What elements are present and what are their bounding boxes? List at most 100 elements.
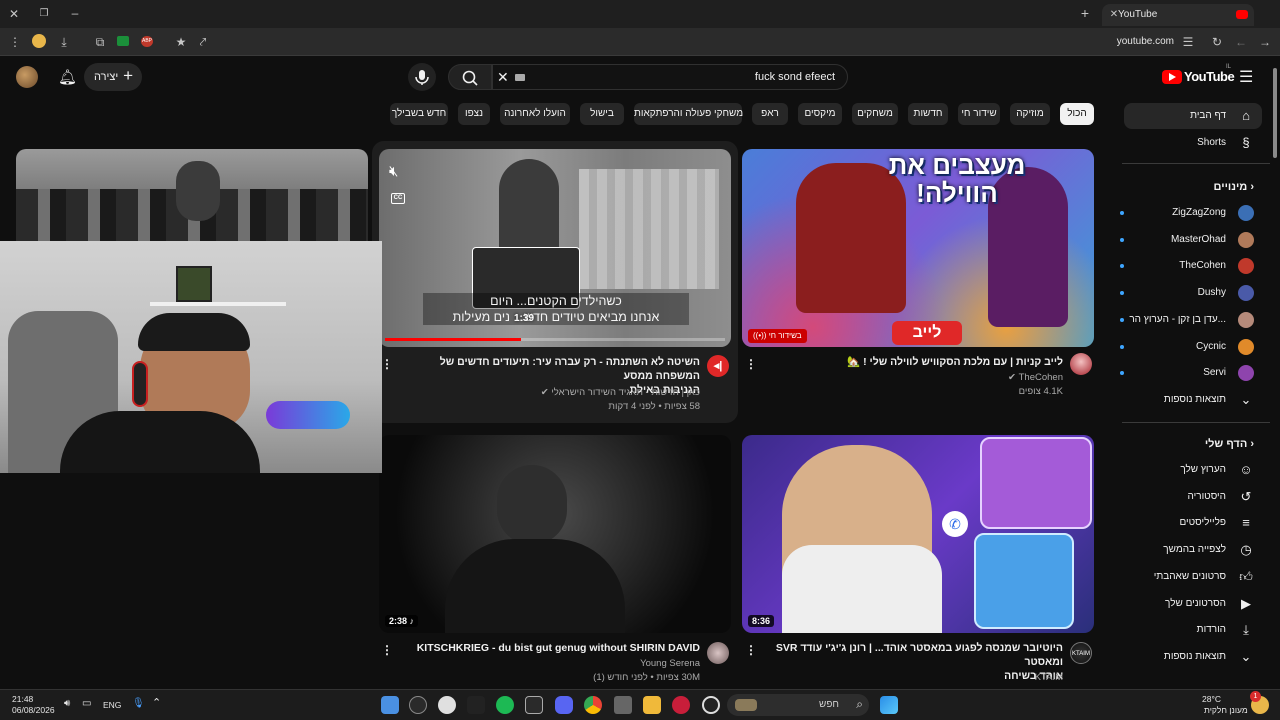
mute-icon[interactable]: 🔇︎ (389, 163, 398, 180)
taskbar-app-files-icon[interactable] (381, 696, 399, 714)
channel-name[interactable]: Young Serena (420, 657, 700, 670)
sidebar-item-you[interactable]: פלייליסטים ≡ (1124, 510, 1262, 536)
filter-chip[interactable]: שידור חי (958, 103, 1000, 125)
filter-chip[interactable]: משחקי פעולה והרפתקאות (634, 103, 743, 125)
taskbar-app-chrome-icon[interactable] (584, 696, 602, 714)
site-settings-icon[interactable]: ☰ (1180, 35, 1196, 49)
clock-time[interactable]: 21:48 (12, 694, 33, 704)
channel-name[interactable]: KTAIM (800, 671, 1063, 684)
youtube-logo[interactable]: YouTube IL (1162, 64, 1235, 87)
filter-chip[interactable]: מוזיקה (1010, 103, 1050, 125)
back-icon[interactable]: → (1257, 35, 1273, 49)
filter-chip[interactable]: מיקסים (798, 103, 842, 125)
windows-start-icon[interactable] (880, 696, 898, 714)
volume-icon[interactable]: 🔊︎ (64, 698, 70, 709)
weather-temp[interactable]: 28°C (1202, 694, 1221, 704)
sidebar-item-subscription[interactable]: Dushy (1120, 280, 1262, 306)
url-field[interactable]: youtube.com (1117, 36, 1174, 47)
taskbar-app-obs-icon[interactable] (409, 696, 427, 714)
clock-date[interactable]: 06/08/2026 (12, 705, 55, 715)
you-heading[interactable]: הדף שלי › (1205, 438, 1254, 450)
scrollbar-thumb[interactable] (1273, 68, 1277, 158)
sidebar-item-you[interactable]: הורדות ⤓ (1124, 617, 1262, 643)
clear-search-icon[interactable]: ✕ (497, 69, 509, 86)
keyboard-icon[interactable] (515, 74, 525, 81)
download-icon[interactable]: ⤓ (56, 35, 72, 49)
adblock-icon[interactable]: ABP (141, 36, 153, 47)
sidebar-item-subscription[interactable]: עדן בן זקן - הערוץ הר... (1120, 307, 1262, 333)
search-input[interactable]: ✕ fuck sond efeect (492, 64, 848, 90)
profile-avatar-icon[interactable] (32, 34, 46, 48)
sidebar-item-home[interactable]: דף הבית ⌂ (1124, 103, 1262, 129)
more-actions-icon[interactable]: ⋮ (381, 643, 393, 657)
hamburger-menu-icon[interactable]: ☰ (1239, 67, 1253, 87)
video-thumbnail[interactable]: 2:38 ♪ (379, 435, 731, 633)
extensions-icon[interactable]: ⧉ (92, 35, 108, 49)
video-title[interactable]: KITSCHKRIEG - du bist gut genug without … (395, 641, 700, 655)
browser-tab-youtube[interactable]: ✕ YouTube (1102, 4, 1254, 26)
subscriptions-heading[interactable]: מינויים › (1214, 181, 1254, 193)
preview-progress-track[interactable] (385, 338, 725, 341)
channel-avatar[interactable] (1070, 353, 1092, 375)
channel-name[interactable]: TheCohen ✔ (800, 371, 1063, 384)
taskbar-app-capcut-icon[interactable] (467, 696, 485, 714)
new-tab-icon[interactable]: + (1077, 6, 1093, 20)
minimize-window-icon[interactable]: – (67, 6, 83, 20)
filter-chip[interactable]: חדשות (908, 103, 948, 125)
sidebar-item-you[interactable]: הערוץ שלך ☺ (1124, 457, 1262, 483)
account-avatar[interactable] (16, 66, 38, 88)
reload-icon[interactable]: ↻ (1209, 35, 1225, 49)
sidebar-item-subscription[interactable]: TheCohen (1120, 253, 1262, 279)
network-icon[interactable]: ▭ (82, 698, 91, 709)
page-scrollbar[interactable] (1272, 60, 1278, 686)
extension-green-icon[interactable] (117, 36, 129, 46)
taskbar-app-steam-icon[interactable] (702, 696, 720, 714)
video-preview-player[interactable]: 🔇︎ CC כשהילדים הקטנים... היום אנחנו מביא… (379, 149, 731, 347)
subscriptions-show-more[interactable]: תוצאות נוספות ⌄ (1124, 387, 1262, 413)
voice-search-button[interactable] (408, 63, 436, 91)
channel-avatar[interactable]: ◂| (707, 355, 729, 377)
video-thumbnail[interactable]: מעצבים את הווילה! לייב בשידור חי ((•)) (742, 149, 1094, 347)
filter-chip[interactable]: משחקים (852, 103, 898, 125)
more-actions-icon[interactable]: ⋮ (745, 357, 757, 371)
taskbar-app-device-icon[interactable] (614, 696, 632, 714)
channel-avatar[interactable]: KTAIM (1070, 642, 1092, 664)
bookmark-star-icon[interactable]: ★ (173, 35, 189, 49)
sidebar-item-shorts[interactable]: Shorts § (1124, 130, 1262, 156)
taskbar-app-folder-icon[interactable] (643, 696, 661, 714)
taskbar-app-opera-icon[interactable] (672, 696, 690, 714)
filter-chip[interactable]: בישול (580, 103, 624, 125)
video-title[interactable]: לייב קניות | עם מלכת הסקוויש לווילה שלי … (760, 355, 1063, 369)
more-actions-icon[interactable]: ⋮ (381, 357, 393, 371)
filter-chip[interactable]: הועלו לאחרונה (500, 103, 570, 125)
sidebar-item-you[interactable]: הסרטונים שלך ▶ (1124, 591, 1262, 617)
sidebar-item-you[interactable]: לצפייה בהמשך ◷ (1124, 537, 1262, 563)
filter-chip[interactable]: ראפ (752, 103, 788, 125)
notifications-bell-icon[interactable]: 🔔︎ (58, 68, 77, 86)
create-button[interactable]: יצירה + (84, 63, 142, 91)
taskbar-app-discord-icon[interactable] (555, 696, 573, 714)
menu-dots-icon[interactable]: ⋮ (7, 35, 23, 49)
close-window-icon[interactable]: ✕ (6, 7, 22, 21)
taskbar-app-spotify-icon[interactable] (496, 696, 514, 714)
sidebar-item-subscription[interactable]: ZigZagZong (1120, 200, 1262, 226)
tray-expand-icon[interactable]: ⌃ (152, 696, 161, 709)
video-thumbnail[interactable]: ✆ 8:36 (742, 435, 1094, 633)
more-actions-icon[interactable]: ⋮ (745, 643, 757, 657)
sidebar-item-you[interactable]: סרטונים שאהבתי 👍︎ (1124, 564, 1262, 590)
mic-tray-icon[interactable]: 🎙︎ (132, 698, 145, 709)
video-thumbnail[interactable] (16, 149, 368, 241)
share-icon[interactable]: ⤤ (195, 35, 211, 49)
channel-avatar[interactable] (707, 642, 729, 664)
you-show-more[interactable]: תוצאות נוספות ⌄ (1124, 644, 1262, 670)
filter-chip[interactable]: חדש בשבילך (390, 103, 448, 125)
sidebar-item-subscription[interactable]: Servi (1120, 360, 1262, 386)
closed-captions-icon[interactable]: CC (391, 193, 405, 204)
taskbar-app-game-icon[interactable] (525, 696, 543, 714)
sidebar-item-subscription[interactable]: Cycnic (1120, 334, 1262, 360)
channel-name[interactable]: כאן | חדשות - תאגיד השידור הישראלי ✔ (420, 386, 700, 399)
sidebar-item-you[interactable]: היסטוריה ↺ (1124, 484, 1262, 510)
search-button[interactable] (448, 64, 492, 90)
taskbar-app-cat-icon[interactable] (438, 696, 456, 714)
filter-chip[interactable]: הכול (1060, 103, 1094, 125)
